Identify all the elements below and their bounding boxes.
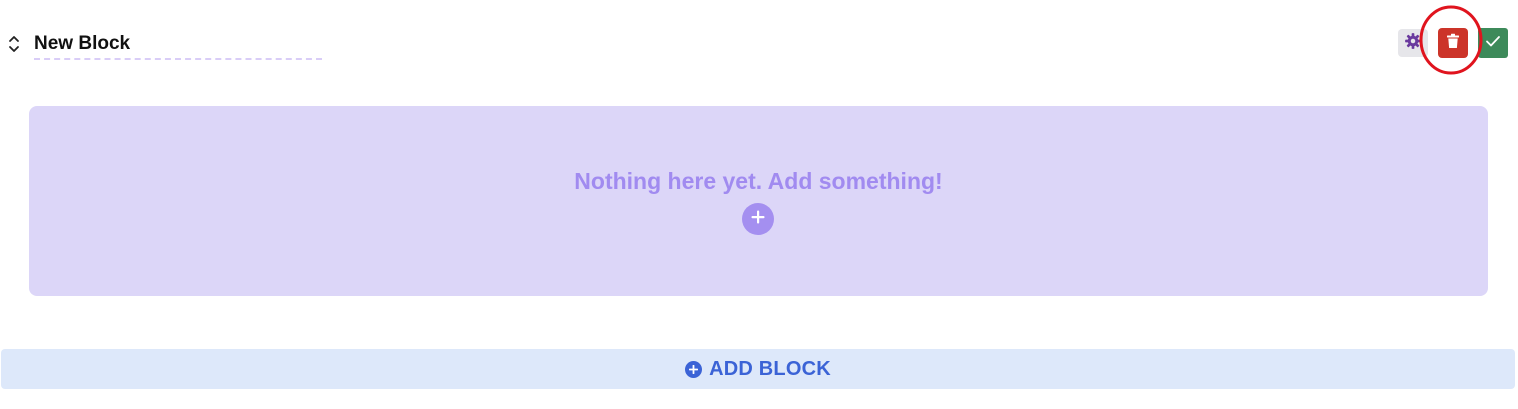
- empty-state-message: Nothing here yet. Add something!: [574, 168, 943, 194]
- checkmark-icon: [1485, 34, 1501, 53]
- gear-icon: [1404, 32, 1422, 55]
- plus-circle-icon: [685, 360, 703, 378]
- block-title-input[interactable]: [34, 30, 322, 60]
- add-block-button[interactable]: ADD BLOCK: [1, 349, 1515, 389]
- settings-button[interactable]: [1398, 29, 1428, 57]
- chevron-up-down-icon[interactable]: [6, 34, 22, 54]
- trash-icon: [1446, 33, 1460, 54]
- plus-icon: [750, 209, 766, 230]
- add-content-button[interactable]: [742, 203, 774, 235]
- add-block-label: ADD BLOCK: [709, 357, 831, 380]
- block-editor: Nothing here yet. Add something! ADD BLO…: [0, 0, 1518, 409]
- confirm-button[interactable]: [1478, 28, 1508, 58]
- delete-button[interactable]: [1438, 28, 1468, 58]
- block-content-area: Nothing here yet. Add something!: [29, 106, 1488, 296]
